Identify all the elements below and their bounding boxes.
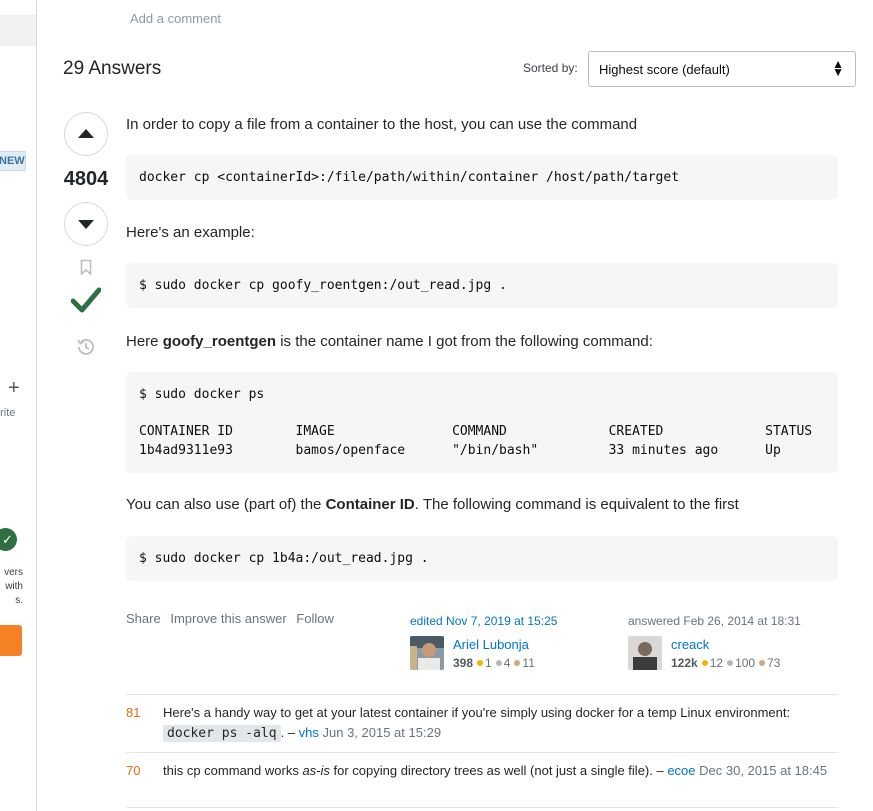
editor-signature: edited Nov 7, 2019 at 15:25 Ariel Lubonj… [410,614,610,674]
follow-link[interactable]: Follow [296,611,334,626]
favorite-label: orite [0,407,16,419]
author-reputation: 122k 12 100 73 [671,656,781,670]
sort-label: Sorted by: [523,61,578,75]
share-link[interactable]: Share [126,611,161,626]
add-comment-link[interactable]: Add a comment [130,11,221,26]
code-block-3: $ sudo docker ps CONTAINER ID IMAGE COMM… [126,372,838,473]
arrow-down-icon [78,220,94,229]
comment-date[interactable]: Jun 3, 2015 at 15:29 [319,725,442,740]
sidebar-selected-item[interactable] [0,15,36,46]
answer-paragraph-4: You can also use (part of) the Container… [126,496,739,513]
comment-item: 70 this cp command works as-is for copyi… [126,753,838,808]
author-name-link[interactable]: creack [671,637,709,652]
sort-select[interactable]: Highest score (default) ▲ ▼ [588,51,856,87]
answer-paragraph-2: Here's an example: [126,224,255,241]
left-sidebar: NEW + orite ✓ vers with s. [0,0,37,811]
editor-name-link[interactable]: Ariel Lubonja [453,637,529,652]
new-badge: NEW [0,151,26,171]
comment-date[interactable]: Dec 30, 2015 at 18:45 [696,763,827,778]
teams-cta-button[interactable] [0,625,22,656]
comment-item: 81 Here's a handy way to get at your lat… [126,695,838,753]
code-block-4: $ sudo docker cp 1b4a:/out_read.jpg . [126,536,838,581]
accepted-check-icon [71,287,101,313]
comment-score: 81 [126,705,141,720]
answered-timestamp: answered Feb 26, 2014 at 18:31 [628,614,801,628]
checkmark-circle-icon: ✓ [0,528,17,551]
editor-reputation: 398 1 4 11 [453,656,535,670]
author-signature: answered Feb 26, 2014 at 18:31 creack 12… [628,614,838,674]
arrow-up-icon [78,129,94,138]
comment-score: 70 [126,763,141,778]
comments-list: 81 Here's a handy way to get at your lat… [126,694,838,808]
edited-timestamp-link[interactable]: edited Nov 7, 2019 at 15:25 [410,614,610,628]
avatar[interactable] [628,636,662,670]
improve-answer-link[interactable]: Improve this answer [170,611,286,626]
sort-select-value: Highest score (default) [599,62,730,77]
downvote-button[interactable] [64,202,108,246]
answer-paragraph-3: Here goofy_roentgen is the container nam… [126,333,653,350]
select-arrows-icon: ▲ ▼ [832,57,844,79]
answer-paragraph-1: In order to copy a file from a container… [126,116,638,133]
comment-user-link[interactable]: ecoe [667,763,695,778]
comment-user-link[interactable]: vhs [299,725,319,740]
avatar[interactable] [410,636,444,670]
bookmark-icon[interactable] [80,259,92,276]
teams-promo-text: vers with s. [4,567,23,606]
inline-code: docker ps -alq [163,725,281,742]
post-menu: Share Improve this answer Follow [126,611,340,626]
add-favorite-icon[interactable]: + [8,378,20,398]
upvote-button[interactable] [64,112,108,156]
history-icon[interactable] [75,336,97,358]
code-block-2: $ sudo docker cp goofy_roentgen:/out_rea… [126,263,838,308]
answers-count-heading: 29 Answers [63,58,162,79]
code-block-1: docker cp <containerId>:/file/path/withi… [126,155,838,200]
answer-score: 4804 [63,168,109,190]
